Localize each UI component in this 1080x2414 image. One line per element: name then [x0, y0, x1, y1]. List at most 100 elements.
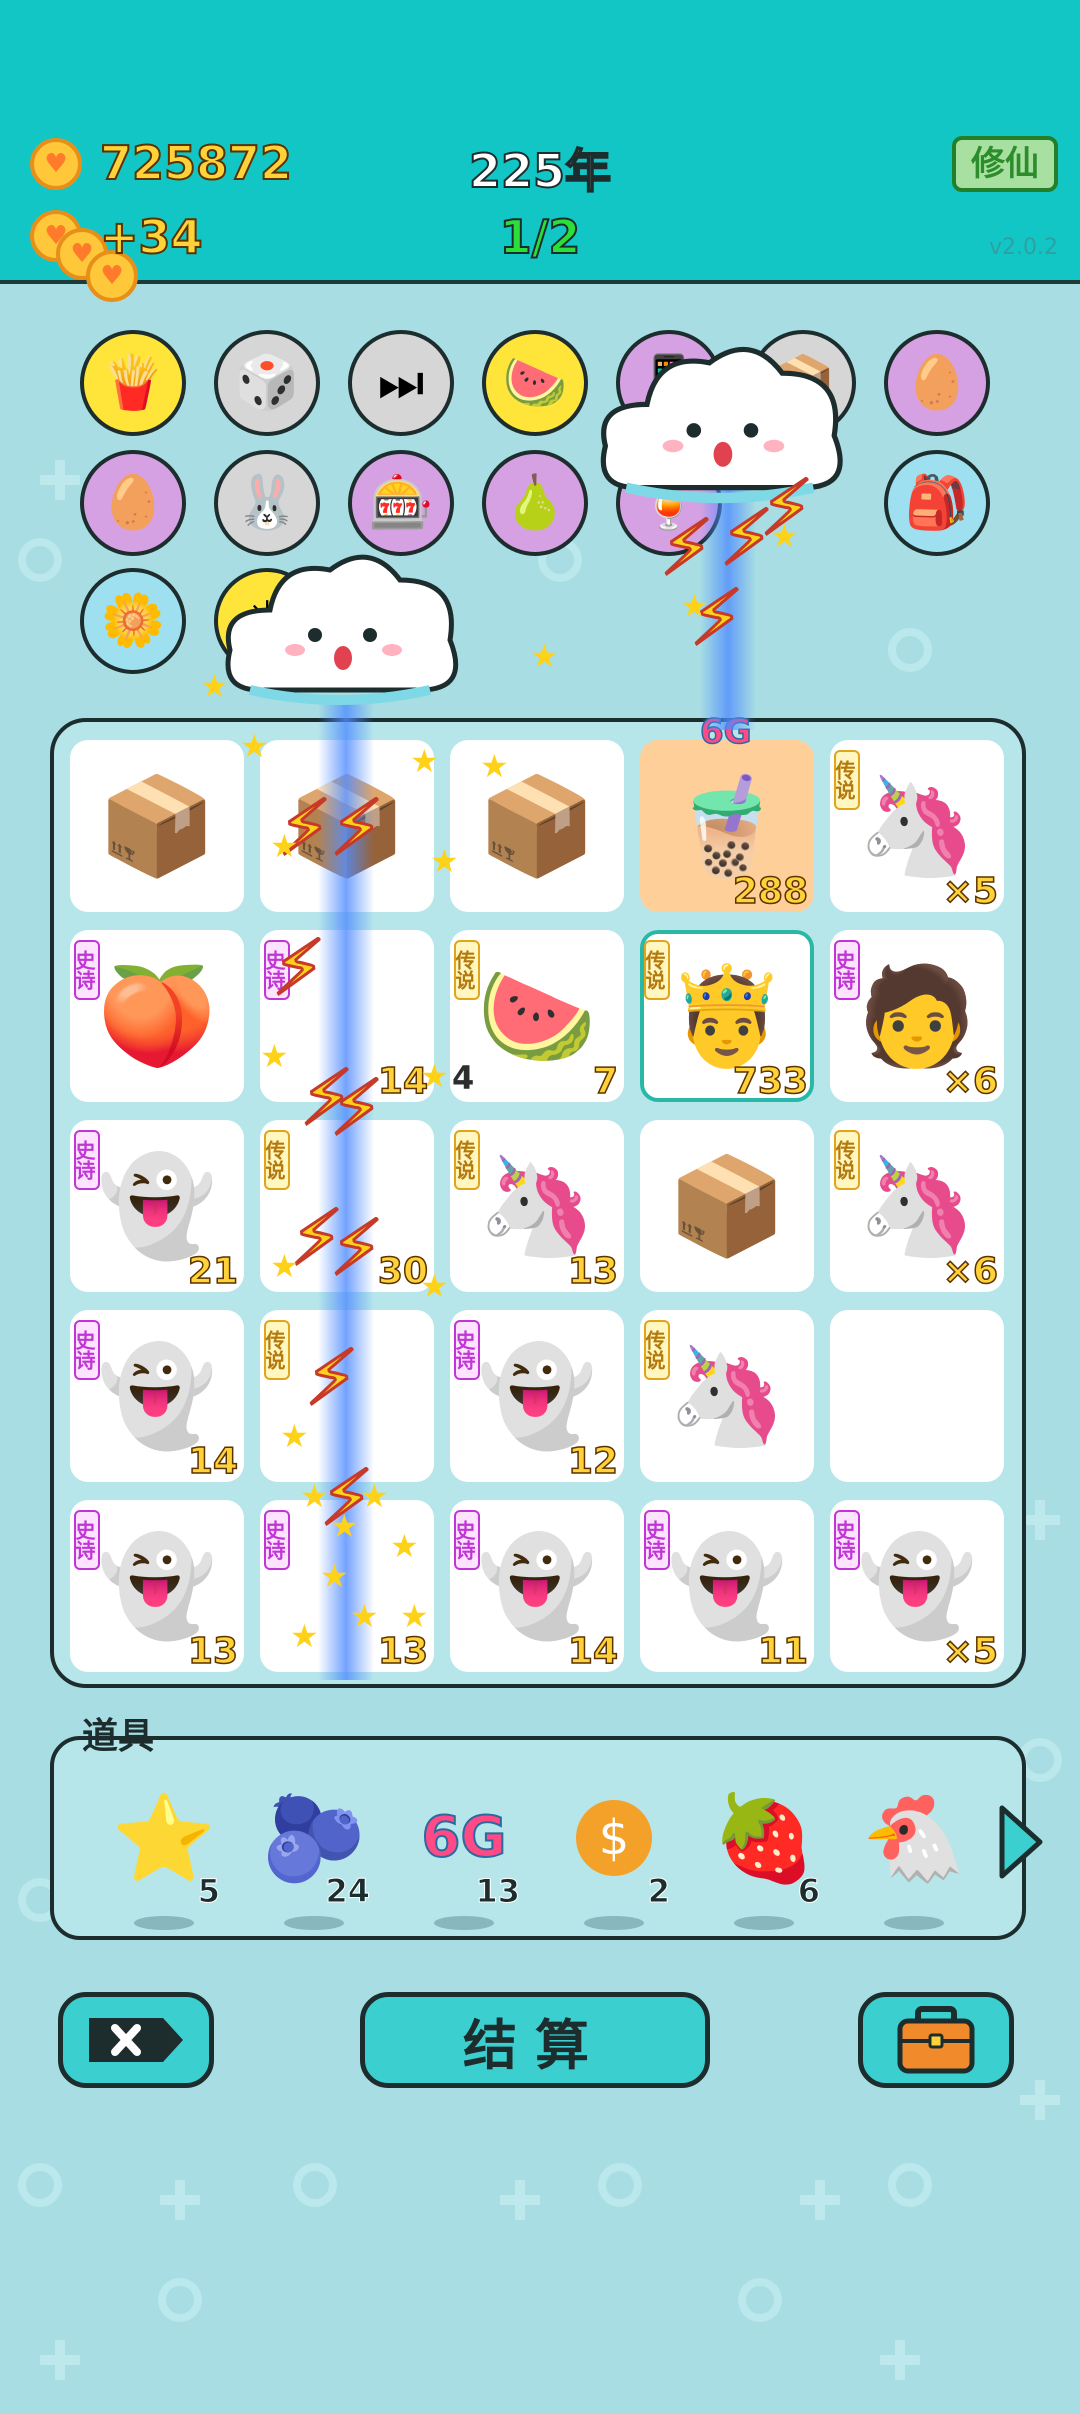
prop-count: 2 — [647, 1872, 670, 1911]
skill-egg-icon[interactable]: 🥚 — [884, 330, 990, 436]
props-label: 道具 — [82, 1716, 155, 1757]
prop-item[interactable]: 🫐 24 — [254, 1790, 374, 1930]
next-arrow-icon[interactable] — [996, 1802, 1046, 1882]
settle-label: 结算 — [463, 2013, 607, 2077]
prop-item[interactable]: $2 — [554, 1790, 674, 1930]
close-button[interactable] — [58, 1992, 214, 2088]
ghost-icon: 👻 — [667, 1530, 787, 1642]
item-count: ×6 — [942, 1251, 999, 1292]
item-count: 13 — [187, 1631, 239, 1672]
lightning-bolt-icon: ⚡ — [328, 1063, 384, 1152]
board-cell[interactable]: 🦄 传说 ×5 — [830, 740, 1004, 912]
ghost-icon: 👻 — [477, 1530, 597, 1642]
legend-tag: 传说 — [832, 1130, 860, 1190]
sparkle-star-icon: ★ — [260, 1037, 289, 1075]
skill-pear-icon[interactable]: 🍐 — [482, 450, 588, 556]
prop-count: 13 — [475, 1872, 521, 1911]
board-cell[interactable]: 👻 史诗 14 — [450, 1500, 624, 1672]
board-cell[interactable]: 👻 史诗 ×5 — [830, 1500, 1004, 1672]
ghost-icon: 👻 — [97, 1530, 217, 1642]
version-label: v2.0.2 — [989, 235, 1058, 260]
item-count: 733 — [732, 1061, 809, 1102]
item-count: 7 — [592, 1061, 619, 1102]
peach-icon: 🍑 — [97, 960, 217, 1072]
prop-shadow — [434, 1916, 494, 1930]
board-cell[interactable]: 👻 史诗 21 — [70, 1120, 244, 1292]
board-cell[interactable]: 🦄 传说 — [640, 1310, 814, 1482]
board-cell[interactable]: 📦 — [640, 1120, 814, 1292]
watermelon-icon: 🍉 — [477, 960, 597, 1072]
board-cell[interactable]: 🍑 史诗 — [70, 930, 244, 1102]
board-cell[interactable]: 👻 史诗 14 — [70, 1310, 244, 1482]
board-cell[interactable]: 🤴 传说 733 — [640, 930, 814, 1102]
bubble-tea-icon: 🧋 — [667, 770, 787, 882]
skill-skip-icon[interactable]: ⏭ — [348, 330, 454, 436]
sparkle-star-icon: ★ — [300, 1477, 329, 1515]
prop-shadow — [584, 1916, 644, 1930]
board-cell[interactable]: 🍉 传说 7 4 — [450, 930, 624, 1102]
sparkle-star-icon: ★ — [290, 1617, 319, 1655]
sparkle-star-icon: ★ — [200, 667, 229, 705]
board-cell[interactable] — [830, 1310, 1004, 1482]
sparkle-star-icon: ★ — [420, 1267, 449, 1305]
prop-item[interactable]: ⭐ 5 — [104, 1790, 224, 1930]
legend-tag: 传说 — [642, 940, 670, 1000]
cloud-icon — [600, 346, 843, 504]
board-cell[interactable]: 📦 — [70, 740, 244, 912]
item-count: ×6 — [942, 1061, 999, 1102]
sparkle-star-icon: ★ — [680, 587, 709, 625]
box-icon: 📦 — [97, 770, 217, 882]
cultivate-button[interactable]: 修仙 — [952, 136, 1058, 192]
box-icon: 📦 — [667, 1150, 787, 1262]
sparkle-star-icon: ★ — [320, 1557, 349, 1595]
item-count: 13 — [567, 1251, 619, 1292]
skill-egg-icon[interactable]: 🥚 — [80, 450, 186, 556]
board-cell[interactable]: 👻 史诗 11 — [640, 1500, 814, 1672]
item-count: 21 — [187, 1251, 239, 1292]
skill-dice-icon[interactable]: 🎲 — [214, 330, 320, 436]
board-cell[interactable]: 🦄 传说 ×6 — [830, 1120, 1004, 1292]
prop-count: 6 — [797, 1872, 820, 1911]
item-count: 14 — [187, 1441, 239, 1482]
skill-flower-pot-icon[interactable]: 🌼 — [80, 568, 186, 674]
legend-tag: 传说 — [642, 1320, 670, 1380]
board-cell[interactable]: 🧑 史诗 ×6 — [830, 930, 1004, 1102]
item-count: 288 — [732, 871, 809, 912]
skill-bag-icon[interactable]: 🎒 — [884, 450, 990, 556]
close-icon — [89, 2018, 183, 2062]
epic-tag: 史诗 — [262, 1510, 290, 1570]
top-bar: ♥ 725872 ♥ ♥ ♥ +34 225年 1/2 修仙 v2.0.2 — [0, 0, 1080, 302]
crowned-unicorn-icon: 🦄 — [857, 1150, 977, 1262]
prop-shadow — [134, 1916, 194, 1930]
skill-fruit-bowl-icon[interactable]: 🍉 — [482, 330, 588, 436]
sparkle-star-icon: ★ — [350, 1597, 379, 1635]
settle-button[interactable]: 结算 — [360, 1992, 710, 2088]
legend-tag: 传说 — [452, 940, 480, 1000]
sparkle-star-icon: ★ — [770, 517, 799, 555]
prop-item[interactable]: 6G 13 — [404, 1790, 524, 1930]
board-cell[interactable]: 🦄 传说 13 — [450, 1120, 624, 1292]
crowned-unicorn-icon: 🦄 — [667, 1340, 787, 1452]
epic-tag: 史诗 — [832, 940, 860, 1000]
ghost-icon: 👻 — [477, 1340, 597, 1452]
prop-item[interactable]: 🍓 6 — [704, 1790, 824, 1930]
board-cell[interactable]: 🧋 288 — [640, 740, 814, 912]
board-cell[interactable]: 📦 — [450, 740, 624, 912]
item-count: 12 — [567, 1441, 619, 1482]
chicken-icon: 🐔 — [861, 1789, 967, 1887]
ghost-icon: 👻 — [857, 1530, 977, 1642]
sparkle-star-icon: ★ — [410, 742, 439, 780]
board-cell[interactable]: 👻 史诗 12 — [450, 1310, 624, 1482]
legend-tag: 传说 — [452, 1130, 480, 1190]
cloud-icon — [225, 554, 459, 705]
epic-tag: 史诗 — [832, 1510, 860, 1570]
prop-item[interactable]: 🐔 — [854, 1790, 974, 1930]
prop-count: 24 — [325, 1872, 371, 1911]
epic-tag: 史诗 — [452, 1320, 480, 1380]
skill-fries-icon[interactable]: 🍟 — [80, 330, 186, 436]
ghost-icon: 👻 — [97, 1150, 217, 1262]
sparkle-star-icon: ★ — [280, 1417, 309, 1455]
bag-button[interactable] — [858, 1992, 1014, 2088]
board-cell[interactable]: 👻 史诗 13 — [70, 1500, 244, 1672]
unicorn-icon: 🦄 — [477, 1150, 597, 1262]
